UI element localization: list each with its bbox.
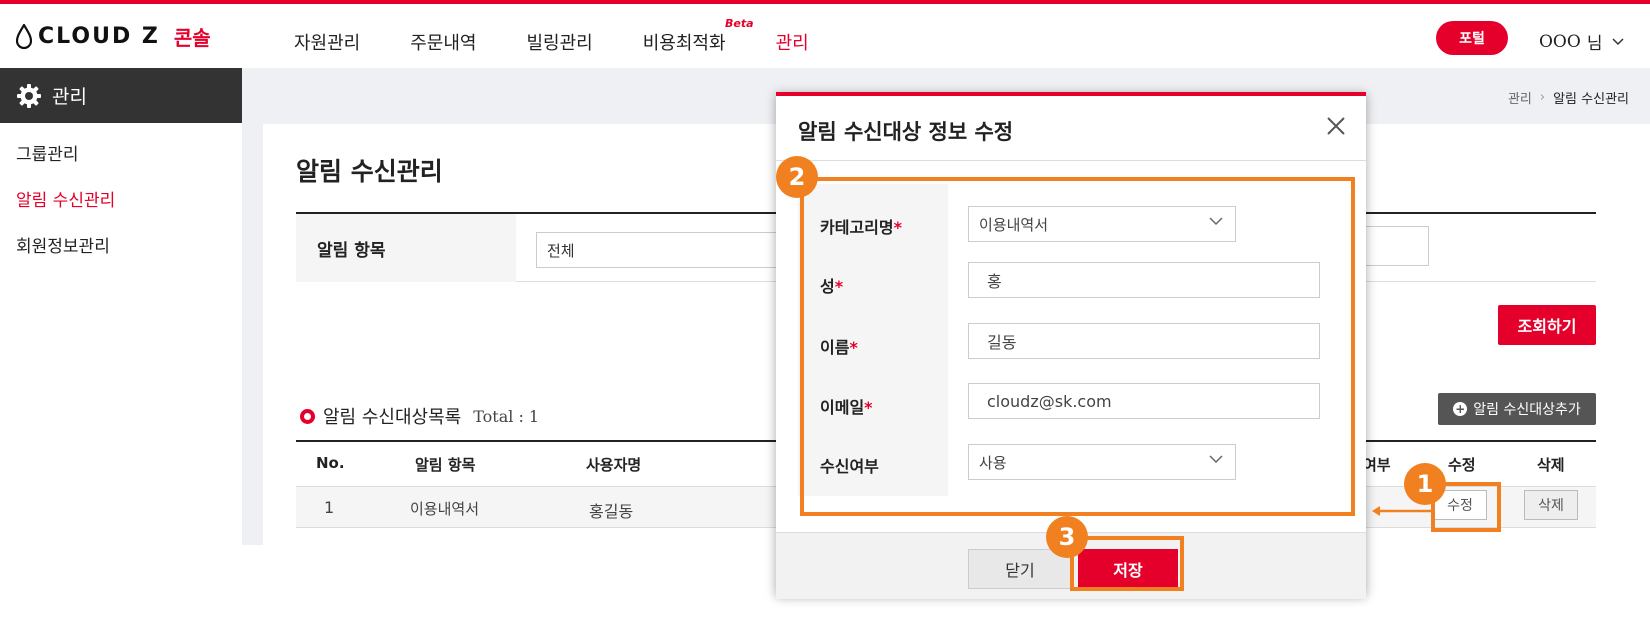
table-header-no: No.: [316, 454, 345, 472]
sidebar-title: 관리: [52, 86, 87, 108]
table-header-edit: 수정: [1448, 456, 1476, 474]
modal-title: 알림 수신대상 정보 수정: [798, 120, 1014, 144]
user-name: OOO: [1539, 31, 1581, 52]
step-badge-3: 3: [1046, 516, 1088, 558]
main-nav: 자원관리 주문내역 빌링관리 비용최적화 Beta 관리: [294, 17, 859, 55]
nav-cost-optimization[interactable]: 비용최적화 Beta: [642, 17, 754, 55]
breadcrumb-parent[interactable]: 관리: [1508, 88, 1532, 107]
sidebar-item-notifications[interactable]: 알림 수신관리: [0, 175, 242, 221]
breadcrumb-current: 알림 수신관리: [1553, 92, 1629, 107]
beta-badge: Beta: [725, 17, 754, 30]
chevron-down-icon: [1612, 37, 1624, 45]
logo-text: CLOUD Z: [38, 24, 160, 49]
gear-icon: [17, 83, 41, 108]
nav-cost-optimization-label: 비용최적화: [642, 33, 726, 54]
user-menu[interactable]: OOO 님: [1539, 29, 1624, 54]
portal-button[interactable]: 포털: [1436, 21, 1508, 55]
filter-label: 알림 항목: [296, 214, 516, 282]
row-user: 홍길동: [589, 502, 634, 521]
step-badge-2: 2: [776, 156, 818, 198]
nav-orders[interactable]: 주문내역: [410, 29, 476, 55]
nav-billing[interactable]: 빌링관리: [527, 29, 593, 55]
plus-circle-icon: +: [1453, 402, 1468, 416]
list-title: 알림 수신대상목록 Total : 1: [300, 403, 539, 429]
drop-logo-icon: [16, 23, 32, 49]
row-delete-button[interactable]: 삭제: [1524, 490, 1578, 520]
nav-admin[interactable]: 관리: [776, 29, 809, 55]
search-button[interactable]: 조회하기: [1498, 305, 1596, 345]
arrow-left-icon: [1372, 506, 1434, 516]
total-count: Total : 1: [473, 406, 540, 426]
table-header-user: 사용자명: [586, 456, 642, 474]
table-header-category: 알림 항목: [415, 456, 476, 474]
nav-resources[interactable]: 자원관리: [294, 29, 360, 55]
header: CLOUD Z 콘솔 자원관리 주문내역 빌링관리 비용최적화 Beta 관리 …: [0, 4, 1650, 68]
row-category: 이용내역서: [410, 500, 480, 518]
table-header-delete: 삭제: [1537, 456, 1565, 474]
add-recipient-button[interactable]: + 알림 수신대상추가: [1438, 393, 1596, 425]
filter-select[interactable]: 전체: [536, 232, 796, 268]
step-badge-1: 1: [1404, 463, 1446, 505]
highlight-save-box: [1070, 536, 1184, 591]
sidebar-item-member-info[interactable]: 회원정보관리: [0, 221, 242, 267]
logo-sub: 콘솔: [173, 26, 211, 50]
ring-bullet-icon: [300, 408, 315, 424]
highlight-form-box: [800, 177, 1355, 516]
chevron-right-icon: ›: [1539, 90, 1546, 105]
row-no: 1: [324, 498, 335, 517]
sidebar-header: 관리: [0, 68, 242, 123]
breadcrumb: 관리 › 알림 수신관리: [1508, 88, 1629, 107]
list-title-text: 알림 수신대상목록: [323, 407, 462, 428]
table-header-status: 여부: [1363, 456, 1391, 474]
logo[interactable]: CLOUD Z 콘솔: [16, 22, 211, 51]
sidebar: 관리 그룹관리 알림 수신관리 회원정보관리: [0, 68, 242, 628]
sidebar-item-groups[interactable]: 그룹관리: [0, 129, 242, 175]
user-suffix: 님: [1586, 34, 1603, 54]
modal-divider: [776, 160, 1366, 161]
page-title: 알림 수신관리: [296, 157, 443, 186]
close-icon[interactable]: [1324, 114, 1348, 138]
add-recipient-label: 알림 수신대상추가: [1473, 402, 1581, 418]
